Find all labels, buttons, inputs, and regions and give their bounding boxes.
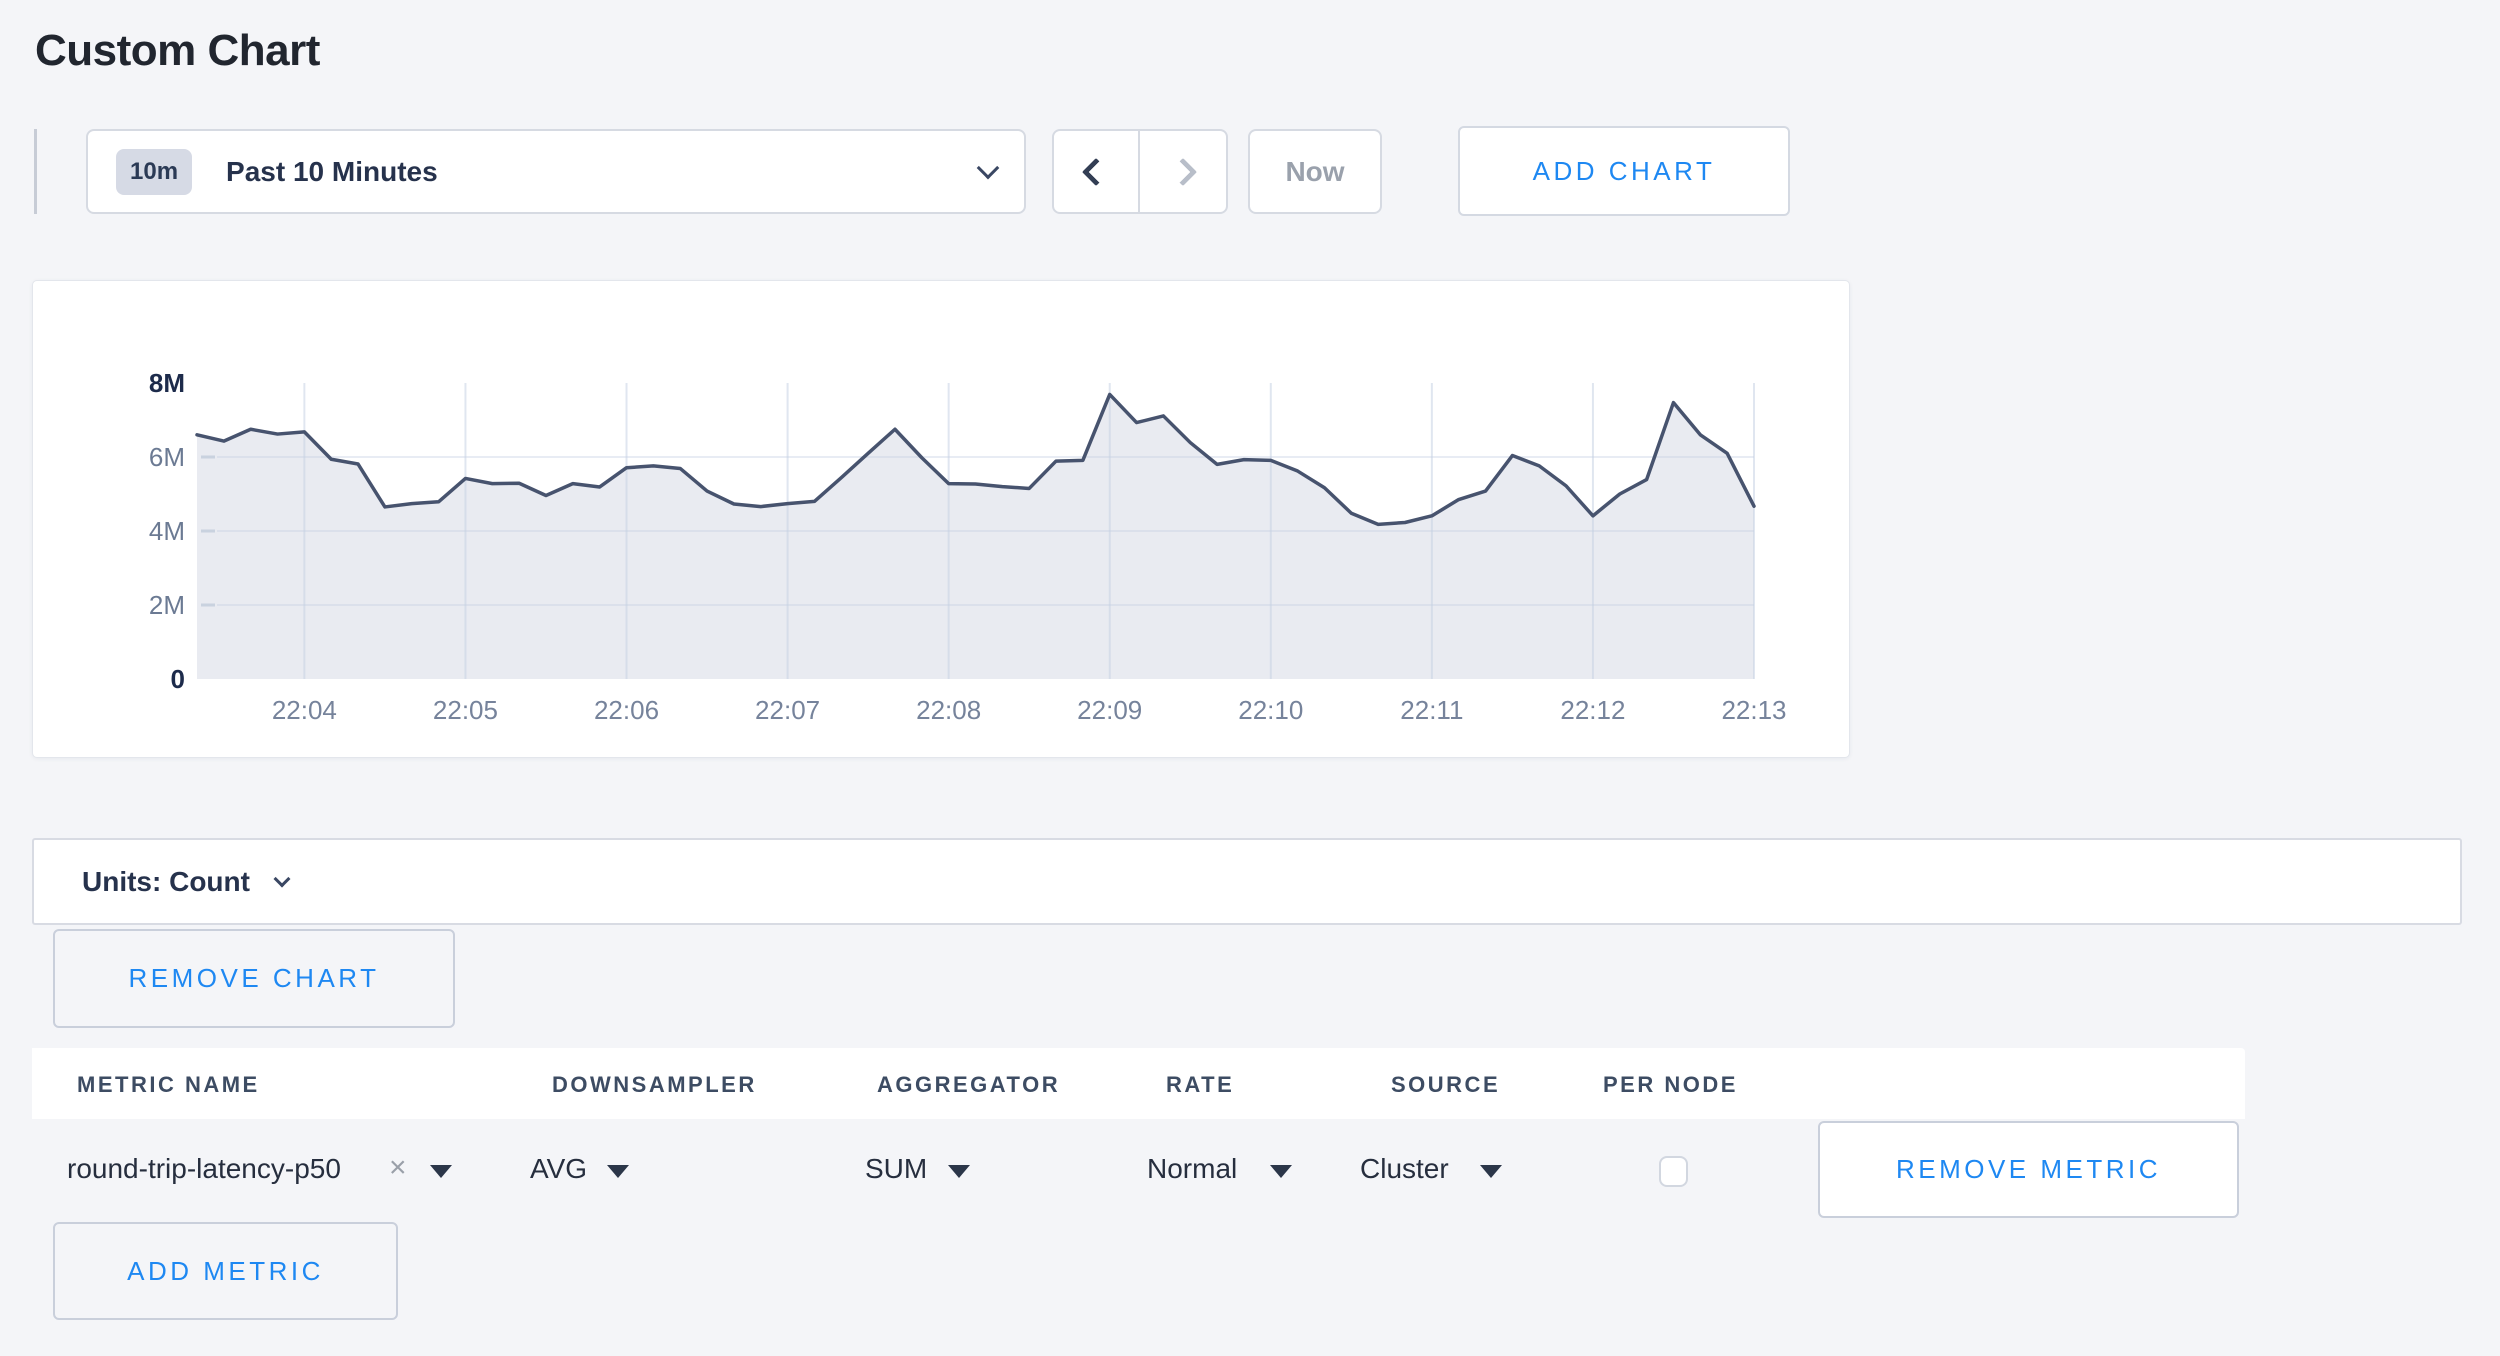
page-title: Custom Chart	[35, 26, 320, 76]
svg-text:22:11: 22:11	[1400, 695, 1463, 725]
svg-text:22:06: 22:06	[594, 695, 659, 725]
svg-text:22:07: 22:07	[755, 695, 820, 725]
svg-text:22:04: 22:04	[272, 695, 337, 725]
column-header-source: SOURCE	[1391, 1072, 1500, 1098]
metric-row: round-trip-latency-p50 × AVG SUM Normal …	[32, 1119, 2452, 1219]
svg-text:6M: 6M	[149, 442, 185, 472]
remove-chart-button[interactable]: REMOVE CHART	[53, 929, 455, 1028]
clear-metric-icon[interactable]: ×	[389, 1151, 407, 1185]
metric-name-dropdown[interactable]: round-trip-latency-p50	[67, 1153, 341, 1185]
next-time-button[interactable]	[1140, 131, 1226, 212]
caret-down-icon[interactable]	[607, 1165, 629, 1178]
column-header-downsampler: DOWNSAMPLER	[552, 1072, 757, 1098]
remove-metric-button[interactable]: REMOVE METRIC	[1818, 1121, 2239, 1218]
timeframe-badge: 10m	[116, 149, 192, 195]
chevron-down-icon	[273, 870, 290, 887]
svg-text:22:13: 22:13	[1721, 695, 1786, 725]
svg-text:22:05: 22:05	[433, 695, 498, 725]
downsampler-dropdown[interactable]: AVG	[530, 1153, 587, 1185]
svg-text:22:09: 22:09	[1077, 695, 1142, 725]
timeframe-dropdown[interactable]: 10m Past 10 Minutes	[86, 129, 1026, 214]
metrics-table-header: METRIC NAME DOWNSAMPLER AGGREGATOR RATE …	[32, 1048, 2245, 1119]
add-chart-button[interactable]: ADD CHART	[1458, 126, 1790, 216]
toolbar-left-divider	[34, 129, 37, 214]
svg-text:2M: 2M	[149, 590, 185, 620]
caret-down-icon[interactable]	[430, 1165, 452, 1178]
units-label: Units: Count	[82, 866, 250, 898]
rate-dropdown[interactable]: Normal	[1147, 1153, 1237, 1185]
chevron-left-icon	[1082, 157, 1110, 185]
column-header-rate: RATE	[1166, 1072, 1234, 1098]
add-metric-button[interactable]: ADD METRIC	[53, 1222, 398, 1320]
column-header-aggregator: AGGREGATOR	[877, 1072, 1060, 1098]
column-header-per-node: PER NODE	[1603, 1072, 1738, 1098]
caret-down-icon[interactable]	[1270, 1165, 1292, 1178]
svg-text:4M: 4M	[149, 516, 185, 546]
svg-text:22:12: 22:12	[1560, 695, 1625, 725]
units-dropdown[interactable]: Units: Count	[32, 838, 2462, 925]
chevron-right-icon	[1169, 157, 1197, 185]
time-nav-group	[1052, 129, 1228, 214]
source-dropdown[interactable]: Cluster	[1360, 1153, 1449, 1185]
svg-text:22:08: 22:08	[916, 695, 981, 725]
timeframe-label: Past 10 Minutes	[226, 156, 980, 188]
prev-time-button[interactable]	[1054, 131, 1140, 212]
column-header-metric-name: METRIC NAME	[77, 1072, 260, 1098]
svg-text:8M: 8M	[149, 368, 185, 398]
chevron-down-icon	[977, 156, 1000, 179]
caret-down-icon[interactable]	[948, 1165, 970, 1178]
aggregator-dropdown[interactable]: SUM	[865, 1153, 927, 1185]
now-button[interactable]: Now	[1248, 129, 1382, 214]
chart-card: 0 2M 4M 6M 8M 22:04 22:05 22:06 22:07 22:08 22:09 2…	[32, 280, 1850, 758]
svg-text:0: 0	[171, 664, 185, 694]
caret-down-icon[interactable]	[1480, 1165, 1502, 1178]
timeseries-area-chart: 0 2M 4M 6M 8M 22:04 22:05 22:06 22:07 22:08 22:09 2…	[33, 281, 1849, 757]
svg-text:22:10: 22:10	[1238, 695, 1303, 725]
per-node-checkbox[interactable]	[1659, 1156, 1688, 1187]
